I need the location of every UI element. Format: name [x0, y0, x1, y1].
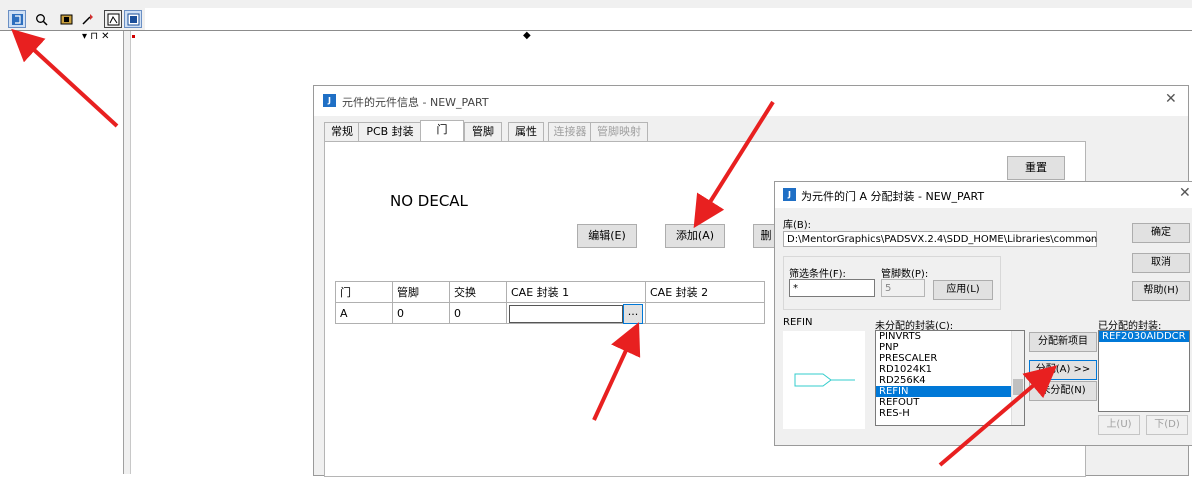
panel-controls[interactable]: ▾ ⊓ ✕ [82, 31, 110, 42]
chevron-down-icon: ⌄ [1084, 234, 1093, 245]
list-item[interactable]: RD1024K1 [876, 364, 1024, 375]
app-icon: J [323, 94, 336, 107]
list-item[interactable]: PINVRTS [876, 331, 1024, 342]
splitter[interactable] [124, 31, 131, 474]
library-value: D:\MentorGraphics\PADSVX.2.4\SDD_HOME\Li… [787, 234, 1098, 245]
reset-button[interactable]: 重置 [1007, 156, 1065, 180]
assigned-list[interactable]: REF2030AIDDCR [1098, 330, 1190, 412]
assign-button[interactable]: 分配(A) >> [1029, 360, 1097, 380]
panel-header: ▾ ⊓ ✕ [0, 31, 123, 45]
grid-cell[interactable]: A [335, 302, 393, 324]
add-button[interactable]: 添加(A) [665, 224, 725, 248]
tab-pins[interactable]: 管脚 [464, 122, 502, 141]
move-up-button: 上(U) [1098, 415, 1140, 435]
list-item[interactable]: RES-H [876, 408, 1024, 419]
list-item[interactable]: PRESCALER [876, 353, 1024, 364]
filter-label: 筛选条件(F): [789, 269, 846, 280]
assign-new-button[interactable]: 分配新项目 [1029, 332, 1097, 352]
caret-icon: ◆ [523, 30, 531, 41]
move-down-button: 下(D) [1146, 415, 1188, 435]
part-icon[interactable] [8, 10, 26, 28]
list-item[interactable]: PNP [876, 342, 1024, 353]
decal-preview [783, 331, 865, 429]
unassign-button[interactable]: 未分配(N) [1029, 381, 1097, 401]
list-item-selected[interactable]: REFIN [876, 386, 1024, 397]
scrollbar[interactable] [1011, 331, 1024, 425]
library-select[interactable]: D:\MentorGraphics\PADSVX.2.4\SDD_HOME\Li… [783, 231, 1097, 247]
unassigned-list[interactable]: PINVRTS PNP PRESCALER RD1024K1 RD256K4 R… [875, 330, 1025, 426]
filter-input[interactable]: * [789, 279, 875, 297]
edit-button[interactable]: 编辑(E) [577, 224, 637, 248]
app-icon: J [783, 188, 796, 201]
tab-connector: 连接器 [548, 122, 592, 141]
grid-cell[interactable]: 0 [449, 302, 507, 324]
tab-pcb-decal[interactable]: PCB 封装 [358, 122, 422, 141]
close-icon[interactable]: ✕ [1179, 185, 1191, 201]
pin-count-label: 管脚数(P): [881, 269, 929, 280]
zoom-icon[interactable] [32, 10, 50, 28]
ok-button[interactable]: 确定 [1132, 223, 1190, 243]
dialog-titlebar: J 元件的元件信息 - NEW_PART ✕ [314, 86, 1188, 116]
wand-icon[interactable] [78, 10, 96, 28]
grid-header-cell: CAE 封装 2 [645, 281, 765, 303]
close-icon[interactable]: ✕ [1165, 91, 1177, 107]
library-label: 库(B): [783, 220, 812, 231]
cae-decal-1-input[interactable] [509, 305, 623, 323]
scrollbar-thumb[interactable] [1013, 379, 1023, 395]
help-button[interactable]: 帮助(H) [1132, 281, 1190, 301]
list-item[interactable]: REFOUT [876, 397, 1024, 408]
cancel-button[interactable]: 取消 [1132, 253, 1190, 273]
dialog-title: 为元件的门 A 分配封装 - NEW_PART [801, 190, 985, 203]
dialog-titlebar: J 为元件的门 A 分配封装 - NEW_PART ✕ [775, 182, 1192, 208]
dialog-title: 元件的元件信息 - NEW_PART [342, 96, 489, 109]
grid-cell[interactable] [645, 302, 765, 324]
tab-general[interactable]: 常规 [324, 122, 360, 141]
assign-decal-dialog: J 为元件的门 A 分配封装 - NEW_PART ✕ 库(B): D:\Men… [774, 181, 1192, 446]
decal-preview-text: NO DECAL [390, 192, 468, 210]
refin-symbol-icon [794, 373, 855, 387]
gates-grid: 门 管脚 交换 CAE 封装 1 CAE 封装 2 A 0 0 ... [335, 281, 765, 324]
window-icon[interactable] [104, 10, 122, 28]
table-row[interactable]: A 0 0 ... [335, 302, 765, 324]
grid-header-row: 门 管脚 交换 CAE 封装 1 CAE 封装 2 [335, 281, 765, 303]
window2-icon[interactable] [124, 10, 142, 28]
grid-header-cell: 交换 [449, 281, 507, 303]
divider [0, 30, 1192, 31]
cae-decal-1-cell[interactable]: ... [506, 302, 646, 324]
decal-icon[interactable] [57, 10, 75, 28]
origin-marker [132, 35, 135, 38]
grid-header-cell: CAE 封装 1 [506, 281, 646, 303]
tab-pin-mapping: 管脚映射 [590, 122, 648, 141]
tab-gates[interactable]: 门 [420, 120, 464, 142]
project-panel [0, 31, 124, 474]
preview-label: REFIN [783, 317, 813, 328]
apply-button[interactable]: 应用(L) [933, 280, 993, 300]
list-item[interactable]: RD256K4 [876, 375, 1024, 386]
grid-header-cell: 管脚 [392, 281, 450, 303]
tab-attributes[interactable]: 属性 [508, 122, 544, 141]
browse-button[interactable]: ... [623, 304, 643, 324]
grid-cell[interactable]: 0 [392, 302, 450, 324]
list-item-selected[interactable]: REF2030AIDDCR [1099, 331, 1189, 342]
grid-header-cell: 门 [335, 281, 393, 303]
toolbar [0, 8, 145, 30]
menu-bar [0, 0, 1192, 8]
pin-count-input: 5 [881, 279, 925, 297]
